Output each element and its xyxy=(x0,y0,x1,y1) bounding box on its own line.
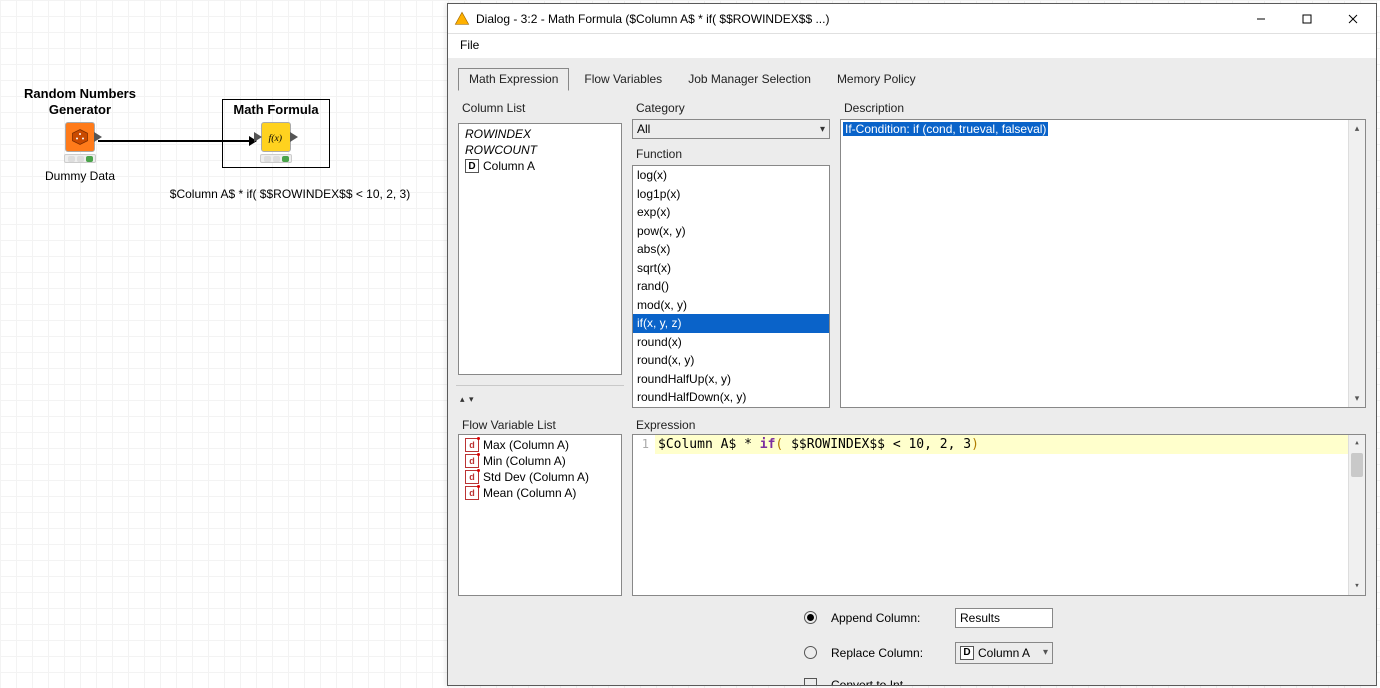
list-item-label: Column A xyxy=(483,159,535,173)
node-random-numbers-generator[interactable]: Random Numbers Generator Dummy Data xyxy=(10,86,150,183)
node-status xyxy=(64,154,96,163)
checkbox-convert-to-int[interactable] xyxy=(804,678,817,685)
dialog-math-formula: Dialog - 3:2 - Math Formula ($Column A$ … xyxy=(447,3,1377,686)
category-value: All xyxy=(637,122,650,136)
replace-column-value: Column A xyxy=(978,646,1030,660)
flow-var-icon: d xyxy=(465,438,479,452)
function-item[interactable]: mod(x, y) xyxy=(633,296,829,315)
flow-variable-item[interactable]: d Min (Column A) xyxy=(461,453,619,469)
function-item[interactable]: log1p(x) xyxy=(633,185,829,204)
function-list[interactable]: log(x)log1p(x)exp(x)pow(x, y)abs(x)sqrt(… xyxy=(632,165,830,408)
node-title: Random Numbers xyxy=(10,86,150,102)
svg-text:f(x): f(x) xyxy=(269,133,283,144)
function-item[interactable]: round(x, y) xyxy=(633,351,829,370)
flow-var-icon: d xyxy=(465,454,479,468)
line-gutter: 1 xyxy=(633,435,653,595)
tab-math-expression[interactable]: Math Expression xyxy=(458,68,569,91)
function-item[interactable]: log(x) xyxy=(633,166,829,185)
flow-var-label: Min (Column A) xyxy=(483,454,566,468)
category-label: Category xyxy=(632,99,830,117)
flow-variable-list[interactable]: d Max (Column A) d Min (Column A) d Std Dev (… xyxy=(458,434,622,596)
scrollbar[interactable]: ▴▾ xyxy=(1348,435,1365,595)
flow-variable-list-label: Flow Variable List xyxy=(458,416,622,434)
node-icon[interactable] xyxy=(65,122,95,152)
tabs: Math Expression Flow Variables Job Manag… xyxy=(458,68,1366,91)
radio-replace-column[interactable] xyxy=(804,646,817,659)
function-item[interactable]: sqrt(x) xyxy=(633,259,829,278)
flow-variable-item[interactable]: d Max (Column A) xyxy=(461,437,619,453)
output-options: Append Column: Replace Column: D Column … xyxy=(458,608,1366,686)
append-column-input[interactable] xyxy=(955,608,1053,628)
minimize-button[interactable] xyxy=(1238,4,1284,33)
function-item[interactable]: exp(x) xyxy=(633,203,829,222)
chevron-down-icon: ▾ xyxy=(820,124,825,135)
menubar: File xyxy=(448,34,1376,58)
tab-job-manager[interactable]: Job Manager Selection xyxy=(677,68,822,91)
function-item[interactable]: roundHalfDown(x, y) xyxy=(633,388,829,407)
expression-label: Expression xyxy=(632,416,1366,434)
function-item[interactable]: pow(x, y) xyxy=(633,222,829,241)
function-item[interactable]: round(x) xyxy=(633,333,829,352)
flow-variable-item[interactable]: d Mean (Column A) xyxy=(461,485,619,501)
scrollbar[interactable]: ▴▾ xyxy=(1348,120,1365,407)
node-title: Generator xyxy=(10,102,150,118)
function-item[interactable]: rand() xyxy=(633,277,829,296)
function-item[interactable]: abs(x) xyxy=(633,240,829,259)
node-title: Math Formula xyxy=(227,102,325,118)
flow-var-label: Max (Column A) xyxy=(483,438,569,452)
node-label: Dummy Data xyxy=(10,169,150,183)
fx-icon: f(x) xyxy=(267,130,285,144)
expression-line: $Column A$ * if( $$ROWINDEX$$ < 10, 2, 3… xyxy=(655,435,1348,454)
category-select[interactable]: All ▾ xyxy=(632,119,830,139)
dice-icon xyxy=(71,128,89,146)
description-box[interactable]: If-Condition: if (cond, trueval, falseva… xyxy=(840,119,1366,408)
function-item[interactable]: roundHalfUp(x, y) xyxy=(633,370,829,389)
flow-variable-item[interactable]: d Std Dev (Column A) xyxy=(461,469,619,485)
description-label: Description xyxy=(840,99,1366,117)
list-item[interactable]: D Column A xyxy=(461,158,619,174)
close-button[interactable] xyxy=(1330,4,1376,33)
maximize-button[interactable] xyxy=(1284,4,1330,33)
dialog-title: Dialog - 3:2 - Math Formula ($Column A$ … xyxy=(476,12,1238,26)
double-type-icon: D xyxy=(960,646,974,660)
menu-file[interactable]: File xyxy=(456,36,483,54)
function-label: Function xyxy=(632,145,830,163)
flow-var-label: Mean (Column A) xyxy=(483,486,576,500)
separator xyxy=(456,385,624,386)
double-type-icon: D xyxy=(465,159,479,173)
convert-to-int-label: Convert to Int xyxy=(831,678,903,686)
append-column-label: Append Column: xyxy=(831,611,941,625)
app-icon xyxy=(454,11,470,27)
expression-editor[interactable]: 1 $Column A$ * if( $$ROWINDEX$$ < 10, 2,… xyxy=(632,434,1366,596)
description-text: If-Condition: if (cond, trueval, falseva… xyxy=(843,122,1048,136)
node-label: $Column A$ * if( $$ROWINDEX$$ < 10, 2, 3… xyxy=(140,187,440,201)
node-icon[interactable]: f(x) xyxy=(261,122,291,152)
column-list[interactable]: ROWINDEX ROWCOUNT D Column A xyxy=(458,123,622,375)
node-status xyxy=(260,154,292,163)
radio-append-column[interactable] xyxy=(804,611,817,624)
flow-var-label: Std Dev (Column A) xyxy=(483,470,589,484)
function-item[interactable]: if(x, y, z) xyxy=(633,314,829,333)
replace-column-select[interactable]: D Column A ▾ xyxy=(955,642,1053,664)
tab-flow-variables[interactable]: Flow Variables xyxy=(573,68,673,91)
flow-var-icon: d xyxy=(465,470,479,484)
titlebar[interactable]: Dialog - 3:2 - Math Formula ($Column A$ … xyxy=(448,4,1376,34)
flow-var-icon: d xyxy=(465,486,479,500)
tab-memory-policy[interactable]: Memory Policy xyxy=(826,68,927,91)
chevron-down-icon: ▾ xyxy=(1043,647,1048,658)
node-math-formula[interactable]: Math Formula f(x) xyxy=(222,99,330,168)
list-item[interactable]: ROWINDEX xyxy=(461,126,619,142)
list-item[interactable]: ROWCOUNT xyxy=(461,142,619,158)
replace-column-label: Replace Column: xyxy=(831,646,941,660)
column-list-label: Column List xyxy=(458,99,622,117)
resize-handle[interactable]: ▴ ▾ xyxy=(458,394,622,405)
